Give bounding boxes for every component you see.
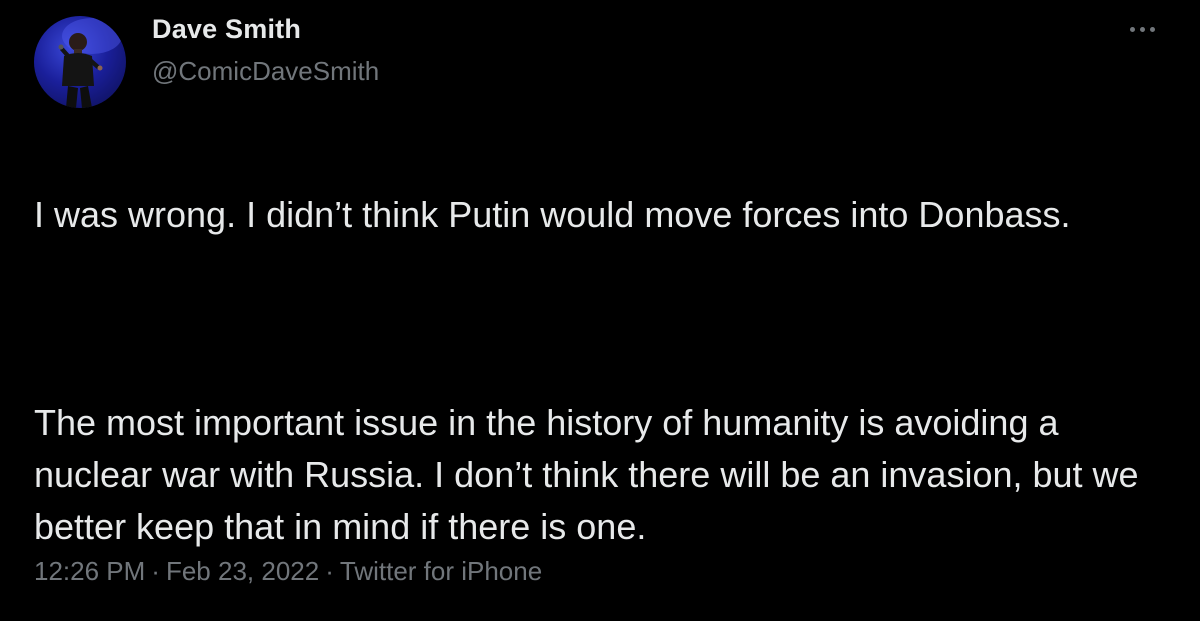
tweet-paragraph: I was wrong. I didn’t think Putin would … [34,194,1071,235]
tweet-time[interactable]: 12:26 PM [34,556,145,586]
tweet-meta: 12:26 PM · Feb 23, 2022 · Twitter for iPhone [34,556,542,587]
author-handle[interactable]: @ComicDaveSmith [152,56,379,87]
tweet-text: I was wrong. I didn’t think Putin would … [34,137,1174,605]
tweet-source[interactable]: Twitter for iPhone [340,556,542,586]
more-dots-icon [1140,27,1145,32]
more-options-button[interactable] [1128,18,1158,40]
tweet-date[interactable]: Feb 23, 2022 [166,556,319,586]
more-dots-icon [1150,27,1155,32]
tweet-card: Dave Smith @ComicDaveSmith I was wrong. … [0,0,1200,621]
tweet-paragraph: The most important issue in the history … [34,402,1139,547]
avatar[interactable] [34,16,126,108]
more-dots-icon [1130,27,1135,32]
avatar-photo-icon [58,18,122,108]
meta-separator: · [325,556,334,586]
meta-separator: · [151,556,160,586]
author-display-name[interactable]: Dave Smith [152,14,301,45]
